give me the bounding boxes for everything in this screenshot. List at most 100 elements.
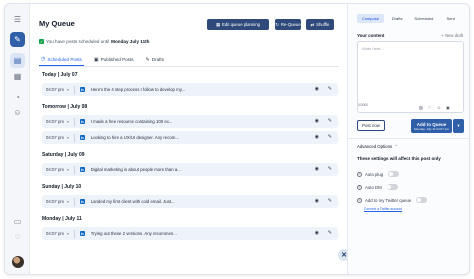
chevron-down-icon[interactable]: ▾	[67, 120, 69, 124]
day-group: Sunday | July 10 04:07 pm ▾ in Landed my…	[39, 179, 344, 208]
settings-note: These settings will affect this post onl…	[357, 156, 441, 161]
eye-icon[interactable]: ◉	[315, 230, 319, 236]
avatar[interactable]	[12, 256, 24, 268]
post-row[interactable]: 04:07 pm ▾ in Landed my first client wit…	[42, 195, 338, 208]
main-content: My Queue ▦ Edit queue planning ↻ Re-Queu…	[30, 4, 345, 274]
post-time: 04:07 pm	[46, 231, 64, 236]
tab-sent[interactable]: Sent	[437, 14, 464, 23]
eye-icon[interactable]: ◉	[315, 86, 319, 92]
advanced-options-toggle[interactable]: Advanced Options ⌃	[357, 144, 398, 150]
linkedin-icon: in	[79, 167, 85, 172]
twitter-queue-toggle[interactable]	[416, 197, 428, 203]
eye-icon[interactable]: ◉	[315, 198, 319, 204]
add-to-queue-dropdown[interactable]: ▾	[453, 119, 464, 133]
post-time: 04:07 pm	[46, 135, 64, 140]
calendar-icon: ▦	[215, 21, 221, 27]
refresh-icon: ↻	[275, 21, 279, 27]
edit-icon[interactable]: ✎	[328, 198, 332, 204]
linkedin-icon: in	[79, 199, 85, 204]
edit-icon[interactable]: ✎	[328, 230, 332, 236]
users-icon[interactable]: ☺	[10, 105, 25, 120]
compose-tools: ▨ ♡ ☺ ▣	[419, 105, 450, 110]
post-row[interactable]: 04:07 pm ▾ in Looking to hire a UX/UI de…	[42, 131, 338, 144]
new-draft-button[interactable]: + New draft	[441, 33, 463, 38]
emoji-icon[interactable]: ☺	[437, 105, 441, 110]
panel-tabs: Compose Drafts Scheduled Sent	[357, 14, 464, 23]
chevron-down-icon[interactable]: ▾	[67, 136, 69, 140]
edit-icon[interactable]: ✎	[328, 118, 332, 124]
queue-icon[interactable]: ▤	[10, 53, 25, 68]
notice-date: Monday July 11th	[111, 39, 150, 44]
eye-icon[interactable]: ◉	[315, 166, 319, 172]
post-now-button[interactable]: Post now	[357, 120, 385, 131]
clock-icon: ◷	[41, 56, 46, 62]
shuffle-label: Shuffle	[316, 22, 330, 27]
chevron-down-icon[interactable]: ▾	[67, 88, 69, 92]
compose-textarea[interactable]: Write here...	[357, 41, 464, 113]
info-icon: i	[357, 171, 362, 177]
divider	[73, 165, 75, 174]
edit-icon[interactable]: ✎	[328, 86, 332, 92]
add-to-queue-button[interactable]: Add to Queue Monday, July 11 04:07 pm	[411, 119, 452, 133]
chevron-down-icon[interactable]: ▾	[67, 168, 69, 172]
edit-icon[interactable]: ✎	[328, 166, 332, 172]
auto-dm-toggle[interactable]	[386, 184, 398, 190]
drafts-icon: ✎	[145, 56, 150, 63]
linkedin-icon: in	[79, 87, 85, 92]
tab-published-posts[interactable]: ▣ Published Posts	[92, 53, 136, 66]
tab-scheduled-panel[interactable]: Scheduled	[411, 14, 438, 23]
shuffle-icon: ⇄	[310, 21, 315, 27]
post-row[interactable]: 04:07 pm ▾ in Here's the 4 step process …	[42, 83, 338, 96]
post-time: 04:07 pm	[46, 167, 64, 172]
edit-queue-planning-button[interactable]: ▦ Edit queue planning	[207, 19, 269, 30]
post-text: Landed my first client with cold email. …	[90, 199, 175, 204]
tab-label: Published Posts	[100, 57, 134, 62]
menu-icon[interactable]: ☰	[10, 12, 25, 27]
add-to-queue-time: Monday, July 11 04:07 pm	[414, 126, 449, 131]
chevron-down-icon[interactable]: ▾	[67, 200, 69, 204]
auto-plug-toggle[interactable]	[388, 171, 400, 177]
option-label: Add to my Twitter queue	[365, 197, 412, 203]
post-time: 04:07 pm	[46, 199, 64, 204]
linkedin-icon: in	[79, 231, 85, 236]
option-auto-plug: i Auto plug	[357, 170, 464, 178]
gif-icon[interactable]: ▣	[446, 105, 450, 110]
tab-drafts[interactable]: ✎ Drafts	[144, 53, 166, 66]
eye-icon[interactable]: ◉	[315, 118, 319, 124]
tab-compose[interactable]: Compose	[357, 14, 384, 23]
image-icon[interactable]: ▨	[419, 105, 423, 110]
tab-scheduled-posts[interactable]: ◷ Scheduled Posts	[39, 53, 84, 66]
app-window: ☰ ✎ ▤ ▦ ◔ ☺ ▭ ◌ My Queue ▦ Edit queue pl…	[4, 3, 470, 275]
option-label: Auto DM	[365, 184, 382, 190]
linkedin-icon: in	[79, 135, 85, 140]
post-row[interactable]: 04:07 pm ▾ in Trying out these 2 version…	[42, 227, 338, 240]
chevron-up-icon: ⌃	[394, 144, 398, 149]
info-icon: i	[357, 197, 362, 203]
edit-icon[interactable]: ✎	[328, 134, 332, 140]
requeue-button[interactable]: ↻ Re-Queue	[275, 19, 301, 30]
day-group: Tomorrow | July 08 04:07 pm ▾ in I made …	[39, 99, 344, 144]
post-row[interactable]: 04:07 pm ▾ in I made a free resource con…	[42, 115, 338, 128]
day-heading: Sunday | July 10	[42, 184, 82, 190]
thumbs-up-icon[interactable]: ♡	[428, 105, 432, 110]
divider	[73, 117, 75, 126]
divider	[348, 138, 469, 139]
calendar-icon[interactable]: ▦	[10, 69, 25, 84]
day-group: Today | July 07 04:07 pm ▾ in Here's the…	[39, 67, 344, 96]
edit-queue-planning-label: Edit queue planning	[222, 22, 261, 27]
chevron-down-icon[interactable]: ▾	[67, 232, 69, 236]
chat-icon[interactable]: ▭	[10, 214, 25, 229]
tab-drafts-panel[interactable]: Drafts	[384, 14, 411, 23]
post-row[interactable]: 04:07 pm ▾ in Digital marketing is about…	[42, 163, 338, 176]
eye-icon[interactable]: ◉	[315, 134, 319, 140]
compose-icon[interactable]: ✎	[10, 32, 25, 47]
day-heading: Today | July 07	[42, 72, 78, 78]
help-icon[interactable]: ◌	[10, 229, 25, 244]
day-group: Monday | July 11 04:07 pm ▾ in Trying ou…	[39, 211, 344, 240]
analytics-icon[interactable]: ◔	[10, 90, 25, 105]
info-icon: i	[357, 184, 362, 190]
shuffle-button[interactable]: ⇄ Shuffle	[306, 19, 334, 30]
divider	[73, 197, 75, 206]
connect-twitter-link[interactable]: Connect a Twitter account	[364, 207, 402, 211]
option-twitter-queue: i Add to my Twitter queue	[357, 196, 464, 204]
